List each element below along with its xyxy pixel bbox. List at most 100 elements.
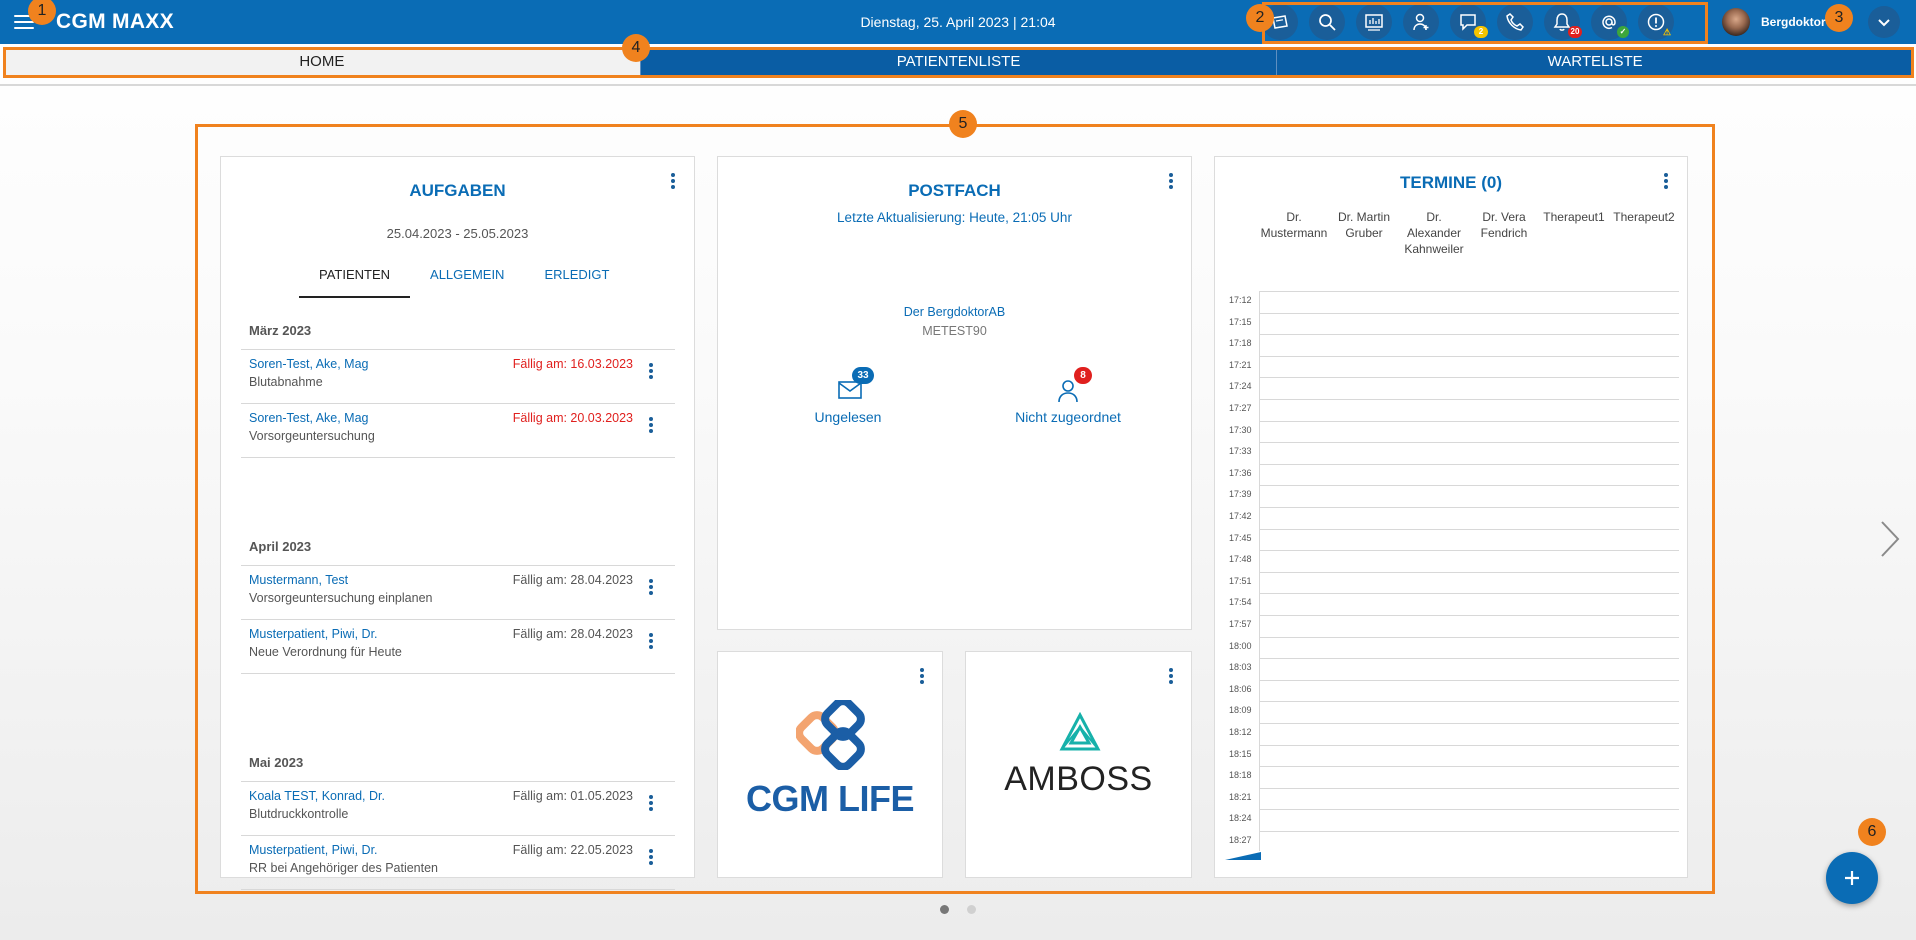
- task-due-date: Fällig am: 20.03.2023: [512, 411, 633, 425]
- task-patient-name[interactable]: Soren-Test, Ake, Mag: [249, 411, 369, 425]
- add-fab-button[interactable]: [1826, 852, 1878, 904]
- info-button[interactable]: ⚠: [1638, 4, 1674, 40]
- time-slot[interactable]: [1259, 636, 1679, 638]
- info-badge: ⚠: [1662, 27, 1672, 37]
- time-slot[interactable]: [1259, 420, 1679, 422]
- task-more-icon[interactable]: [649, 795, 653, 811]
- time-slot[interactable]: [1259, 377, 1679, 379]
- time-slot[interactable]: [1259, 507, 1679, 508]
- chat-badge: 2: [1474, 26, 1488, 38]
- termine-column-header: Therapeut2: [1613, 210, 1675, 224]
- tab-patientenliste[interactable]: PATIENTENLISTE: [639, 48, 1277, 76]
- task-due-date: Fällig am: 28.04.2023: [512, 573, 633, 587]
- task-patient-name[interactable]: Mustermann, Test: [249, 573, 348, 587]
- task-patient-name[interactable]: Soren-Test, Ake, Mag: [249, 357, 369, 371]
- time-slot[interactable]: [1259, 291, 1679, 292]
- termine-more-icon[interactable]: [1664, 173, 1668, 189]
- task-more-icon[interactable]: [649, 849, 653, 865]
- search-button[interactable]: [1309, 4, 1345, 40]
- dashboard-button[interactable]: [1356, 4, 1392, 40]
- annotation-marker-2: 2: [1246, 4, 1274, 32]
- subtab-erledigt[interactable]: ERLEDIGT: [524, 267, 629, 298]
- tab-home[interactable]: HOME: [4, 48, 640, 76]
- time-slot[interactable]: [1259, 571, 1679, 573]
- time-slot[interactable]: [1259, 442, 1679, 444]
- divider: [241, 889, 675, 890]
- time-slot[interactable]: [1259, 809, 1679, 811]
- aufgaben-title: AUFGABEN: [409, 181, 506, 200]
- unassigned-count-badge: 8: [1074, 367, 1092, 384]
- pager-dot-2[interactable]: [967, 905, 976, 914]
- time-slot[interactable]: [1259, 399, 1679, 400]
- time-slot[interactable]: [1259, 744, 1679, 746]
- unread-label: Ungelesen: [814, 409, 882, 425]
- divider: [241, 565, 675, 566]
- divider: [241, 619, 675, 620]
- termine-column-header: Dr. Mustermann: [1260, 210, 1328, 240]
- unread-count-badge: 33: [852, 367, 874, 384]
- task-due-date: Fällig am: 28.04.2023: [512, 627, 633, 641]
- task-description: Blutdruckkontrolle: [249, 807, 349, 821]
- task-patient-name[interactable]: Musterpatient, Piwi, Dr.: [249, 843, 378, 857]
- time-slot[interactable]: [1259, 679, 1679, 681]
- top-bar: CGM MAXX Dienstag, 25. April 2023 | 21:0…: [0, 0, 1916, 44]
- cgm-life-tile[interactable]: CGM LIFE: [717, 651, 943, 878]
- time-slot[interactable]: [1259, 334, 1679, 336]
- task-more-icon[interactable]: [649, 417, 653, 433]
- time-slot[interactable]: [1259, 615, 1679, 616]
- cgm-life-more-icon[interactable]: [920, 668, 924, 684]
- time-slot[interactable]: [1259, 593, 1679, 595]
- subtab-patienten[interactable]: PATIENTEN: [299, 267, 411, 298]
- amboss-more-icon[interactable]: [1169, 668, 1173, 684]
- add-person-button[interactable]: [1403, 4, 1439, 40]
- task-description: Vorsorgeuntersuchung einplanen: [249, 591, 433, 605]
- phone-button[interactable]: [1497, 4, 1533, 40]
- amboss-tile[interactable]: AMBOSS: [965, 651, 1192, 878]
- bell-button[interactable]: 20: [1544, 4, 1582, 40]
- time-slot[interactable]: [1259, 528, 1679, 530]
- time-slot[interactable]: [1259, 485, 1679, 487]
- time-slot[interactable]: [1259, 787, 1679, 789]
- time-axis-line: [1259, 291, 1260, 851]
- time-slot[interactable]: [1259, 766, 1679, 768]
- time-slot[interactable]: [1259, 355, 1679, 357]
- aufgaben-more-icon[interactable]: [671, 173, 675, 189]
- app-logo: CGM MAXX: [56, 10, 174, 33]
- phone-icon: [1506, 13, 1524, 31]
- time-slot[interactable]: [1259, 550, 1679, 552]
- amboss-wordmark: AMBOSS: [1004, 760, 1153, 798]
- next-page-chevron-right-icon[interactable]: [1880, 520, 1900, 558]
- termine-column-header: Dr. Vera Fendrich: [1480, 210, 1528, 240]
- task-more-icon[interactable]: [649, 633, 653, 649]
- subtab-allgemein[interactable]: ALLGEMEIN: [410, 267, 524, 298]
- termine-column-header: Dr. Martin Gruber: [1337, 210, 1390, 240]
- current-time-indicator: [1225, 852, 1261, 860]
- annotation-marker-6: 6: [1858, 818, 1886, 846]
- header-toolbar: 2 20 ✓ ⚠: [1262, 0, 1674, 44]
- amboss-logo-icon: [1059, 712, 1101, 751]
- tab-warteliste[interactable]: WARTELISTE: [1276, 48, 1914, 76]
- at-sign-button[interactable]: ✓: [1591, 4, 1629, 40]
- time-slot[interactable]: [1259, 658, 1679, 660]
- task-patient-name[interactable]: Koala TEST, Konrad, Dr.: [249, 789, 385, 803]
- time-slot[interactable]: [1259, 701, 1679, 703]
- task-more-icon[interactable]: [649, 579, 653, 595]
- chat-button[interactable]: 2: [1450, 4, 1488, 40]
- tab-divider: [0, 84, 1916, 86]
- postfach-more-icon[interactable]: [1169, 173, 1173, 189]
- unread-button[interactable]: 33 Ungelesen: [793, 365, 903, 435]
- time-slot[interactable]: [1259, 831, 1679, 832]
- task-description: Blutabnahme: [249, 375, 323, 389]
- task-patient-name[interactable]: Musterpatient, Piwi, Dr.: [249, 627, 378, 641]
- time-slot[interactable]: [1259, 312, 1679, 314]
- time-slot[interactable]: [1259, 463, 1679, 465]
- username[interactable]: Bergdoktor: [1761, 15, 1826, 29]
- user-menu-chevron-down-icon[interactable]: [1868, 6, 1900, 38]
- pager-dot-1[interactable]: [940, 905, 949, 914]
- task-more-icon[interactable]: [649, 363, 653, 379]
- time-slot[interactable]: [1259, 723, 1679, 724]
- user-avatar[interactable]: [1722, 8, 1750, 36]
- dashboard-icon: [1365, 14, 1383, 31]
- unassigned-button[interactable]: 8 Nicht zugeordnet: [993, 365, 1143, 435]
- at-sign-badge: ✓: [1617, 26, 1629, 38]
